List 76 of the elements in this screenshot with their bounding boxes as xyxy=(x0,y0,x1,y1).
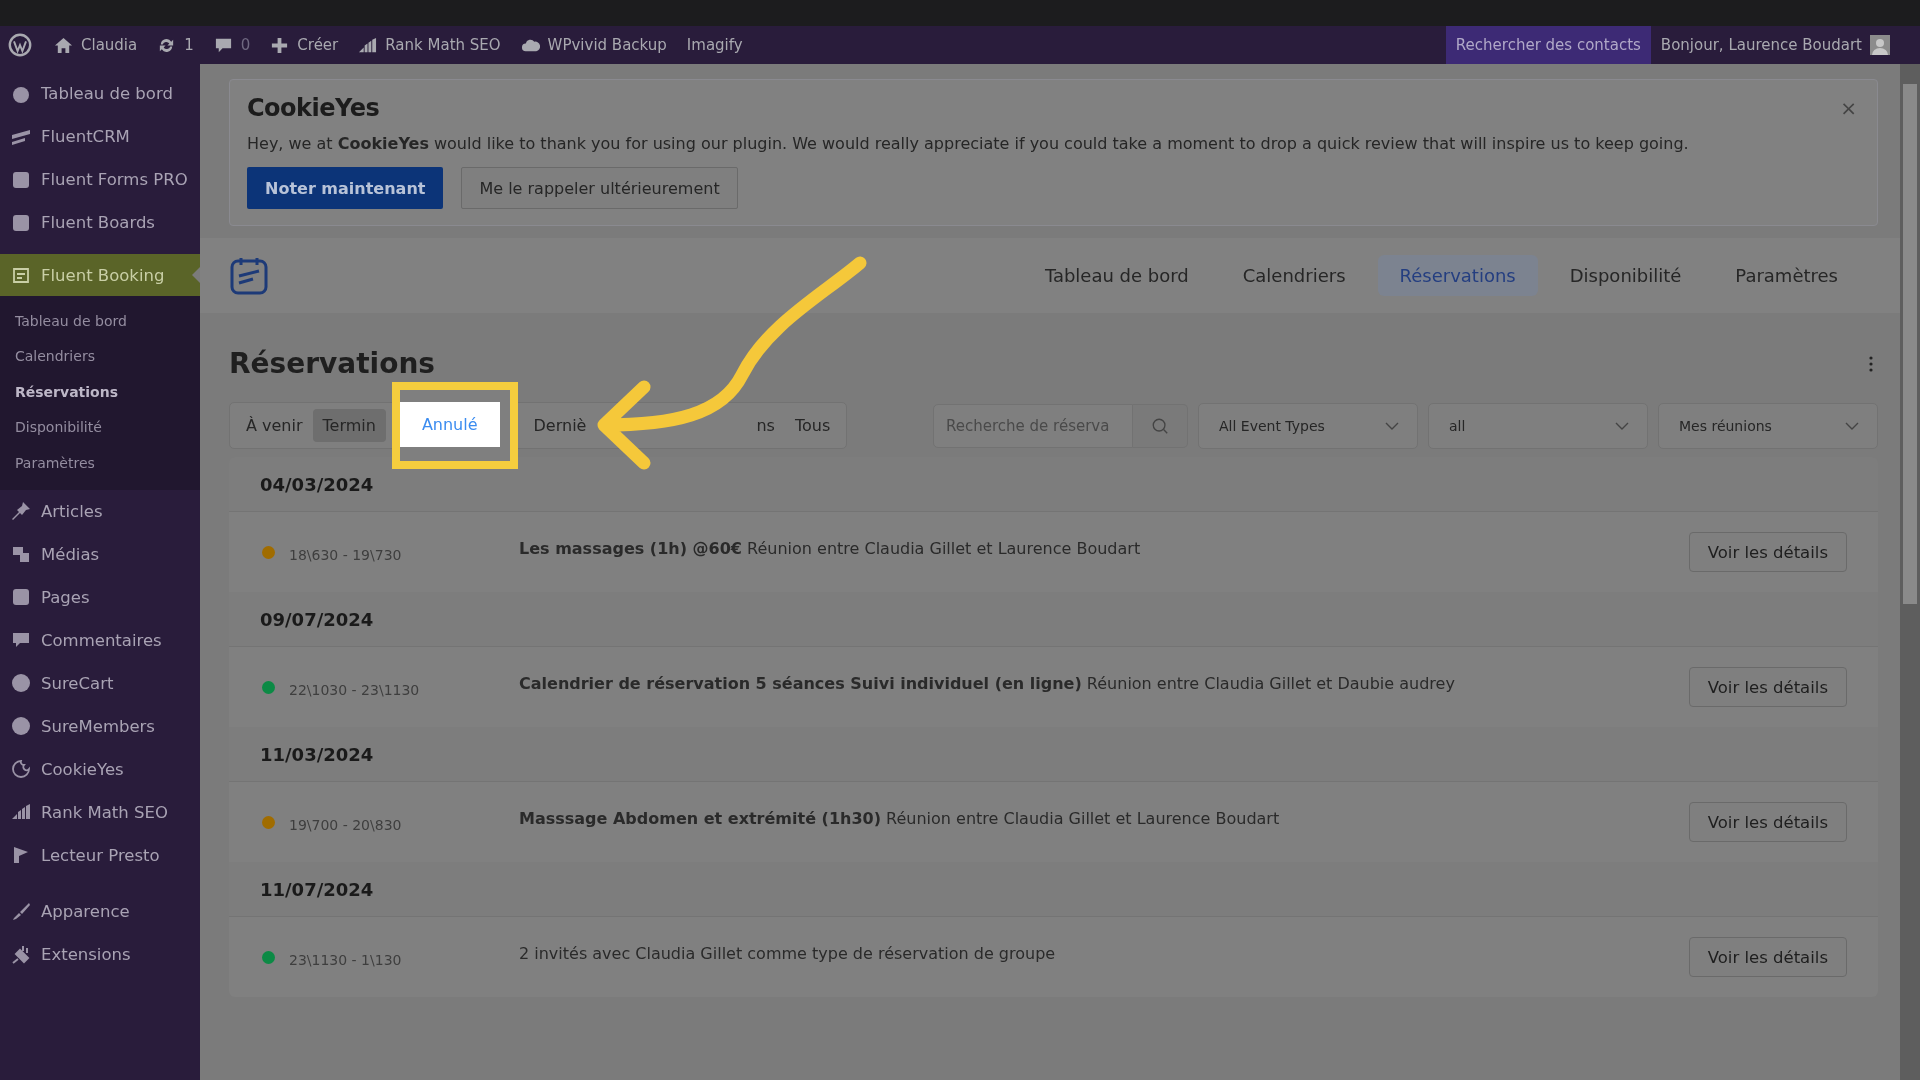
sidebar-item[interactable]: Fluent Booking xyxy=(0,254,200,296)
submenu-item[interactable]: Tableau de bord xyxy=(0,303,200,339)
booking-time: 19\700 - 20\830 xyxy=(289,817,403,833)
comment-icon xyxy=(11,630,31,650)
filter-tab[interactable]: Termin xyxy=(312,409,386,442)
submenu-item[interactable]: Paramètres xyxy=(0,445,200,481)
admin-bar-item[interactable]: 0 xyxy=(203,35,261,55)
admin-bar-item[interactable]: Créer xyxy=(260,35,349,55)
filter-dropdown[interactable]: all xyxy=(1428,402,1648,449)
filter-tab[interactable]: ns xyxy=(746,409,785,442)
rate-now-button[interactable]: Noter maintenant xyxy=(247,167,444,209)
nav-tab[interactable]: Disponibilité xyxy=(1547,255,1704,296)
filter-tab[interactable]: À venir xyxy=(236,409,313,442)
home-icon xyxy=(54,35,73,55)
wordpress-logo-icon[interactable] xyxy=(8,33,32,57)
sidebar-item[interactable]: Médias xyxy=(0,532,200,576)
sidebar-item[interactable]: CookieYes xyxy=(0,747,200,791)
account-menu[interactable]: Bonjour, Laurence Boudart xyxy=(1650,35,1920,55)
search-contacts-button[interactable]: Rechercher des contacts xyxy=(1445,26,1651,64)
pin-icon xyxy=(11,501,31,521)
admin-bar-item[interactable]: Imagify xyxy=(676,36,753,54)
sidebar-item[interactable]: Pages xyxy=(0,575,200,619)
cookieyes-logo: CookieYes xyxy=(247,94,380,122)
sidebar-item[interactable]: Rank Math SEO xyxy=(0,790,200,834)
booking-title: Les massages (1h) @60€ Réunion entre Claudia Gillet et Laurence Boudart xyxy=(519,538,1142,558)
filter-tab[interactable]: Tous xyxy=(784,409,841,442)
nav-tab[interactable]: Tableau de bord xyxy=(1022,255,1211,296)
booking-title: Calendrier de réservation 5 séances Suivi individuel (en ligne) Réunion entre Claudia Gillet et Daubie audrey xyxy=(519,673,1456,693)
filter-dropdown[interactable]: Mes réunions xyxy=(1658,402,1878,449)
notice-text: Hey, we at CookieYes would like to thank you for using our plugin. We would really appreciate if you could take a moment to drop a quick review that will inspire us to keep going. xyxy=(247,134,1690,153)
cookie-icon xyxy=(11,759,31,779)
admin-bar-item[interactable]: WPvivid Backup xyxy=(510,35,677,55)
plus-icon xyxy=(270,35,290,55)
sidebar-item[interactable]: SureMembers xyxy=(0,704,200,748)
booking-time: 22\1030 - 23\1130 xyxy=(289,682,421,698)
booking-title: Masssage Abdomen et extrémité (1h30) Réunion entre Claudia Gillet et Laurence Boudart xyxy=(519,808,1281,828)
more-options-icon[interactable] xyxy=(1869,355,1873,372)
search-icon xyxy=(1151,416,1169,435)
submenu-item[interactable]: Disponibilité xyxy=(0,409,200,445)
filter-dropdown[interactable]: All Event Types xyxy=(1198,402,1418,449)
sidebar-item[interactable]: Articles xyxy=(0,489,200,533)
sidebar-item[interactable]: Tableau de bord xyxy=(0,72,200,115)
brush-icon xyxy=(11,901,31,921)
submenu-item[interactable]: Calendriers xyxy=(0,338,200,374)
chevron-down-icon xyxy=(1615,421,1629,430)
sidebar-item[interactable]: FluentCRM xyxy=(0,115,200,158)
page-title: Réservations xyxy=(229,347,435,380)
booking-icon xyxy=(11,265,31,285)
admin-bar-item[interactable]: Claudia xyxy=(44,35,148,55)
admin-bar-item[interactable]: 1 xyxy=(147,35,204,55)
sidebar-item[interactable]: Lecteur Presto xyxy=(0,833,200,877)
sidebar-item[interactable]: Fluent Forms PRO xyxy=(0,158,200,201)
avatar-icon xyxy=(1870,35,1890,55)
sidebar-item[interactable]: Extensions xyxy=(0,932,200,976)
booking-title: 2 invités avec Claudia Gillet comme type de réservation de groupe xyxy=(519,943,1057,963)
sidebar-item[interactable]: Commentaires xyxy=(0,618,200,662)
booking-time: 23\1130 - 1\130 xyxy=(289,952,403,968)
chevron-down-icon xyxy=(1845,421,1859,430)
admin-bar-item[interactable]: Rank Math SEO xyxy=(348,35,511,55)
filter-tab[interactable]: Derniè xyxy=(523,409,597,442)
filter-tab[interactable]: Annulé xyxy=(399,402,500,447)
submenu-item[interactable]: Réservations xyxy=(0,374,200,410)
sidebar-item[interactable]: Fluent Boards xyxy=(0,201,200,244)
view-details-button[interactable]: Voir les détails xyxy=(1688,532,1847,572)
calendar-logo-icon[interactable] xyxy=(229,255,269,296)
nav-tab[interactable]: Paramètres xyxy=(1713,255,1860,296)
view-details-button[interactable]: Voir les détails xyxy=(1688,802,1847,842)
chevron-down-icon xyxy=(1385,421,1399,430)
remind-later-button[interactable]: Me le rappeler ultérieurement xyxy=(461,167,738,209)
booking-time: 18\630 - 19\730 xyxy=(289,547,403,563)
media-icon xyxy=(11,544,31,564)
view-details-button[interactable]: Voir les détails xyxy=(1688,667,1847,707)
sidebar-item[interactable]: Apparence xyxy=(0,889,200,933)
nav-tab[interactable]: Calendriers xyxy=(1220,255,1368,296)
view-details-button[interactable]: Voir les détails xyxy=(1688,937,1847,977)
sidebar-item[interactable]: SureCart xyxy=(0,661,200,705)
